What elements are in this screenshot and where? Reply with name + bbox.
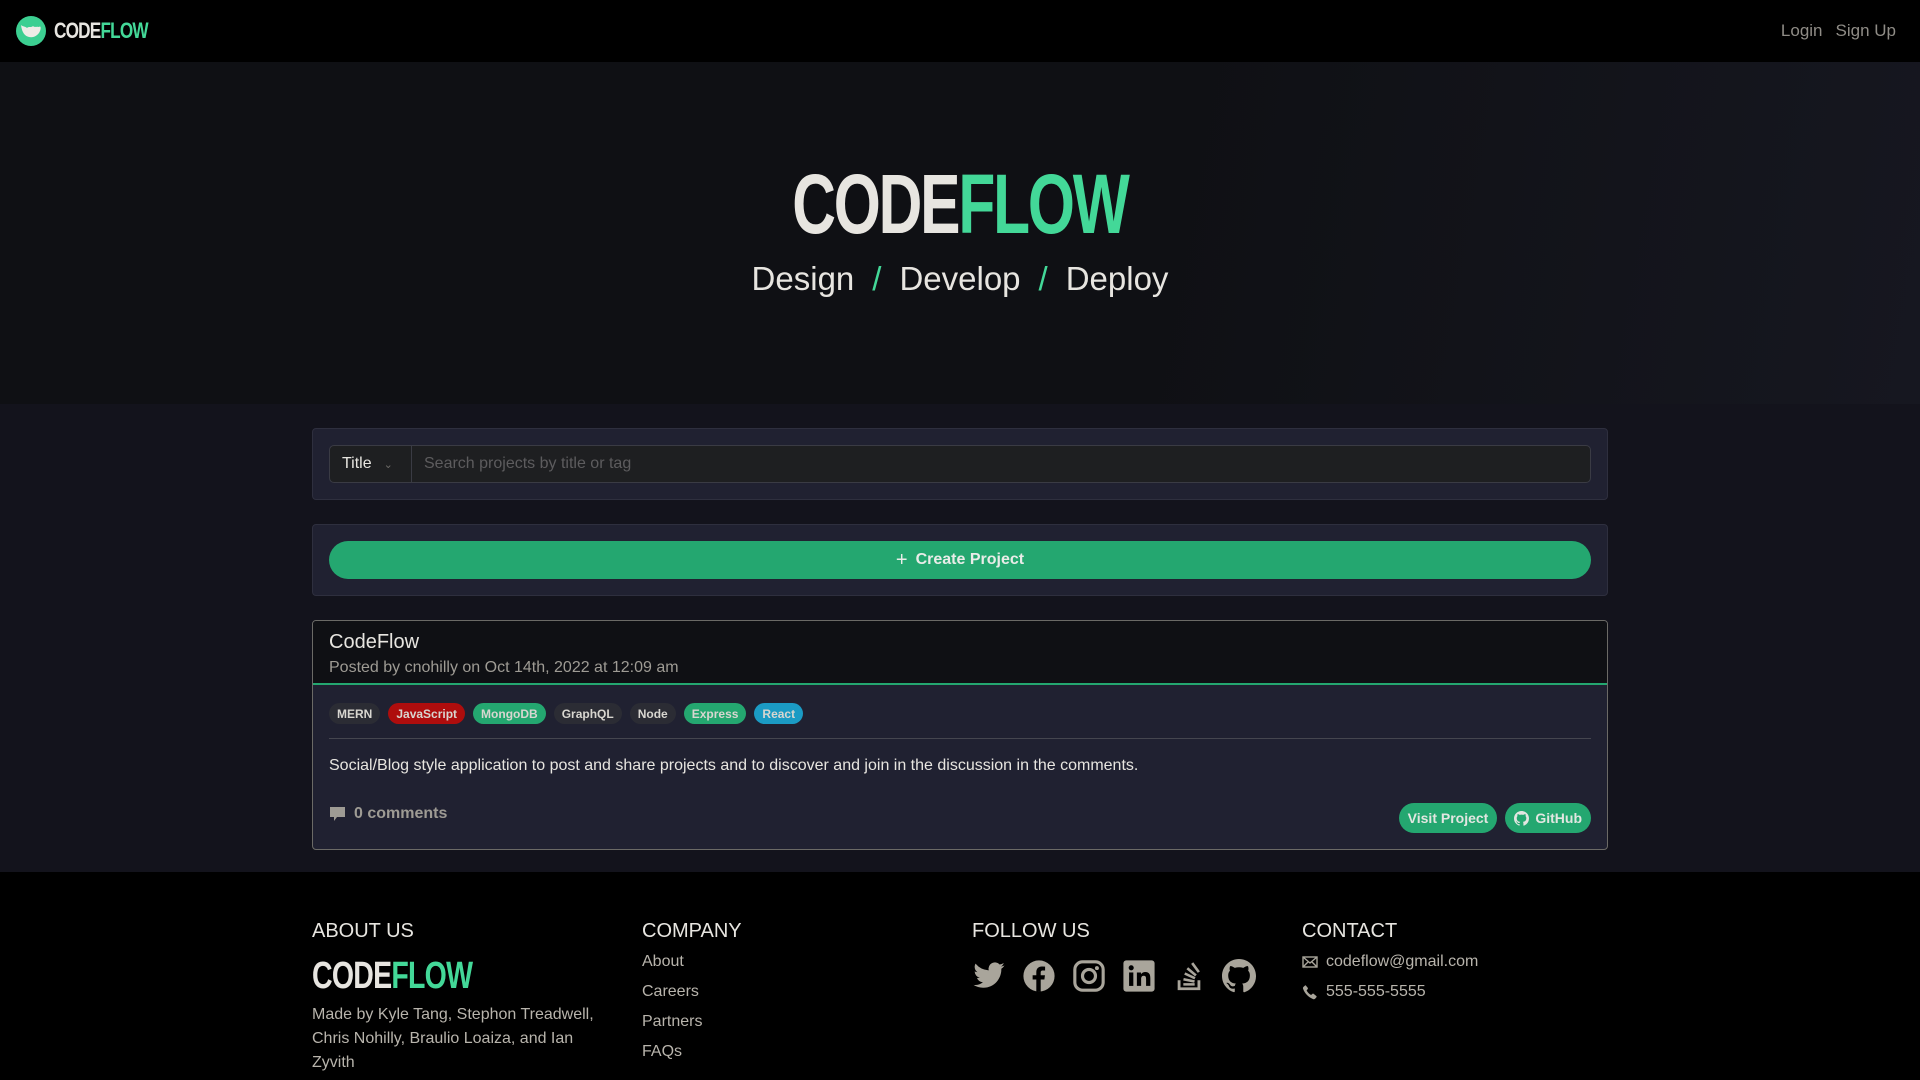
brand-home-link[interactable]: CODEFLOW	[16, 16, 174, 46]
nav-links: Login Sign Up	[1781, 21, 1904, 41]
create-project-button[interactable]: + Create Project	[329, 541, 1591, 579]
chevron-down-icon: ⌄	[383, 458, 393, 471]
create-project-label: Create Project	[915, 551, 1025, 568]
project-tag[interactable]: Node	[629, 703, 676, 724]
tagline-design: Design	[751, 260, 855, 297]
project-tag[interactable]: MERN	[329, 703, 381, 724]
linkedin-icon[interactable]	[1122, 959, 1156, 993]
footer-wordmark: CODEFLOW	[312, 955, 473, 997]
footer: ABOUT US CODEFLOW Made by Kyle Tang, Ste…	[0, 872, 1920, 1080]
login-link[interactable]: Login	[1781, 21, 1823, 41]
project-tags: MERN JavaScript MongoDB GraphQL Node Express R…	[313, 685, 1607, 724]
search-group: Title ⌄	[329, 445, 1591, 483]
search-input[interactable]	[412, 446, 1590, 482]
footer-about: ABOUT US CODEFLOW Made by Kyle Tang, Ste…	[312, 920, 612, 1075]
github-icon	[1514, 810, 1530, 826]
phone-icon	[1302, 985, 1317, 1000]
project-card-header: CodeFlow Posted by cnohilly on Oct 14th,…	[313, 621, 1607, 685]
visit-project-button[interactable]: Visit Project	[1398, 803, 1498, 833]
footer-link-about[interactable]: About	[642, 953, 742, 971]
github-label: GitHub	[1535, 810, 1582, 826]
codeflow-logo-icon	[16, 16, 46, 46]
plus-icon: +	[895, 548, 908, 571]
tagline-separator: /	[1038, 260, 1048, 297]
wordmark-flow: FLOW	[391, 955, 473, 997]
comment-icon	[330, 807, 345, 821]
search-panel: Title ⌄	[312, 428, 1608, 500]
footer-about-text: Made by Kyle Tang, Stephon Treadwell, Ch…	[312, 1006, 594, 1071]
footer-contact: CONTACT codeflow@gmail.com 555-555-5555	[1302, 920, 1478, 1013]
project-card[interactable]: CodeFlow Posted by cnohilly on Oct 14th,…	[312, 620, 1608, 850]
project-card-footer: 0 comments Visit Project GitHub	[329, 803, 1591, 833]
contact-phone[interactable]: 555-555-5555	[1302, 983, 1478, 1001]
card-actions: Visit Project GitHub	[1398, 803, 1591, 833]
contact-phone-text: 555-555-5555	[1326, 983, 1426, 1000]
envelope-icon	[1302, 956, 1318, 968]
wordmark-flow: FLOW	[958, 157, 1130, 251]
wordmark-code: CODE	[54, 18, 101, 43]
search-filter-select[interactable]: Title ⌄	[330, 446, 412, 482]
hero-wordmark: CODEFLOW	[792, 162, 1130, 246]
github-icon[interactable]	[1222, 959, 1256, 993]
tagline-separator: /	[872, 260, 882, 297]
create-panel: + Create Project	[312, 524, 1608, 596]
search-filter-value: Title	[342, 455, 372, 472]
wordmark-code: CODE	[792, 157, 960, 251]
main-content: Title ⌄ + Create Project CodeFlow Posted…	[0, 404, 1920, 872]
comments-count: 0 comments	[354, 805, 448, 822]
visit-project-label: Visit Project	[1407, 810, 1489, 826]
footer-link-faqs[interactable]: FAQs	[642, 1043, 742, 1061]
hero-title: CODEFLOW	[0, 162, 1920, 246]
brand-wordmark: CODEFLOW	[54, 18, 149, 44]
footer-about-heading: ABOUT US	[312, 920, 414, 942]
contact-email[interactable]: codeflow@gmail.com	[1302, 953, 1478, 971]
hero-banner: CODEFLOW Design / Develop / Deploy	[0, 62, 1920, 404]
project-meta: Posted by cnohilly on Oct 14th, 2022 at …	[329, 659, 679, 676]
footer-follow-heading: FOLLOW US	[972, 920, 1090, 942]
project-tag[interactable]: Express	[683, 703, 747, 724]
footer-follow: FOLLOW US	[972, 920, 1256, 993]
footer-link-careers[interactable]: Careers	[642, 983, 742, 1001]
wordmark-code: CODE	[312, 955, 392, 997]
social-links	[972, 959, 1256, 993]
project-tag[interactable]: MongoDB	[473, 703, 546, 724]
comments-link[interactable]: 0 comments	[329, 805, 447, 833]
twitter-icon[interactable]	[972, 959, 1006, 993]
footer-link-partners[interactable]: Partners	[642, 1013, 742, 1031]
github-button[interactable]: GitHub	[1505, 803, 1591, 833]
project-tag[interactable]: JavaScript	[388, 703, 466, 724]
contact-email-text: codeflow@gmail.com	[1326, 953, 1479, 970]
project-tag[interactable]: GraphQL	[553, 703, 622, 724]
stackoverflow-icon[interactable]	[1172, 959, 1206, 993]
footer-company-heading: COMPANY	[642, 920, 742, 942]
project-description: Social/Blog style application to post an…	[329, 757, 1139, 774]
facebook-icon[interactable]	[1022, 959, 1056, 993]
tagline-develop: Develop	[899, 260, 1021, 297]
project-title[interactable]: CodeFlow	[329, 631, 1591, 654]
hero-tagline: Design / Develop / Deploy	[0, 260, 1920, 298]
footer-company: COMPANY About Careers Partners FAQs	[642, 920, 742, 1073]
tagline-deploy: Deploy	[1065, 260, 1169, 297]
project-tag[interactable]: React	[754, 703, 804, 724]
instagram-icon[interactable]	[1072, 959, 1106, 993]
footer-contact-heading: CONTACT	[1302, 920, 1398, 942]
navbar: CODEFLOW Login Sign Up	[0, 0, 1920, 62]
wordmark-flow: FLOW	[100, 18, 148, 43]
signup-link[interactable]: Sign Up	[1836, 21, 1896, 41]
